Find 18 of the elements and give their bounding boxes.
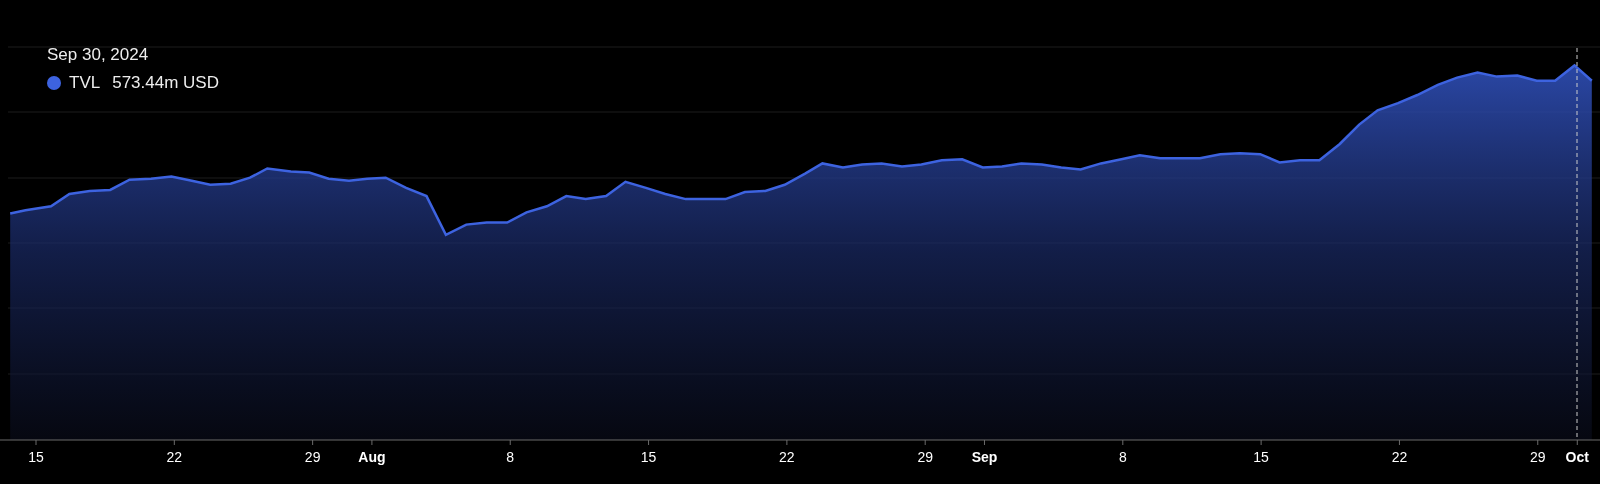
axis-label: 15 [640,449,657,465]
axis-label: Sep [971,449,998,465]
axis-label: 15 [1253,449,1269,465]
axis-label: 29 [917,449,933,465]
axis-label: 15 [28,449,44,465]
axis-label: Aug [358,449,386,465]
axis-label: 22 [1391,449,1408,465]
series-dot-icon [47,76,61,90]
axis-label: 29 [304,449,321,465]
tooltip-value: 573.44m USD [112,73,219,93]
series-label: TVL [69,73,101,93]
tooltip-date: Sep 30, 2024 [47,45,150,65]
axis-label: 8 [1118,449,1127,465]
axis-label: 8 [506,449,515,465]
axis-label: 29 [1529,449,1546,465]
axis-label: 22 [779,449,795,465]
axis-label: 22 [166,449,183,465]
axis-label: Oct [1565,449,1589,465]
